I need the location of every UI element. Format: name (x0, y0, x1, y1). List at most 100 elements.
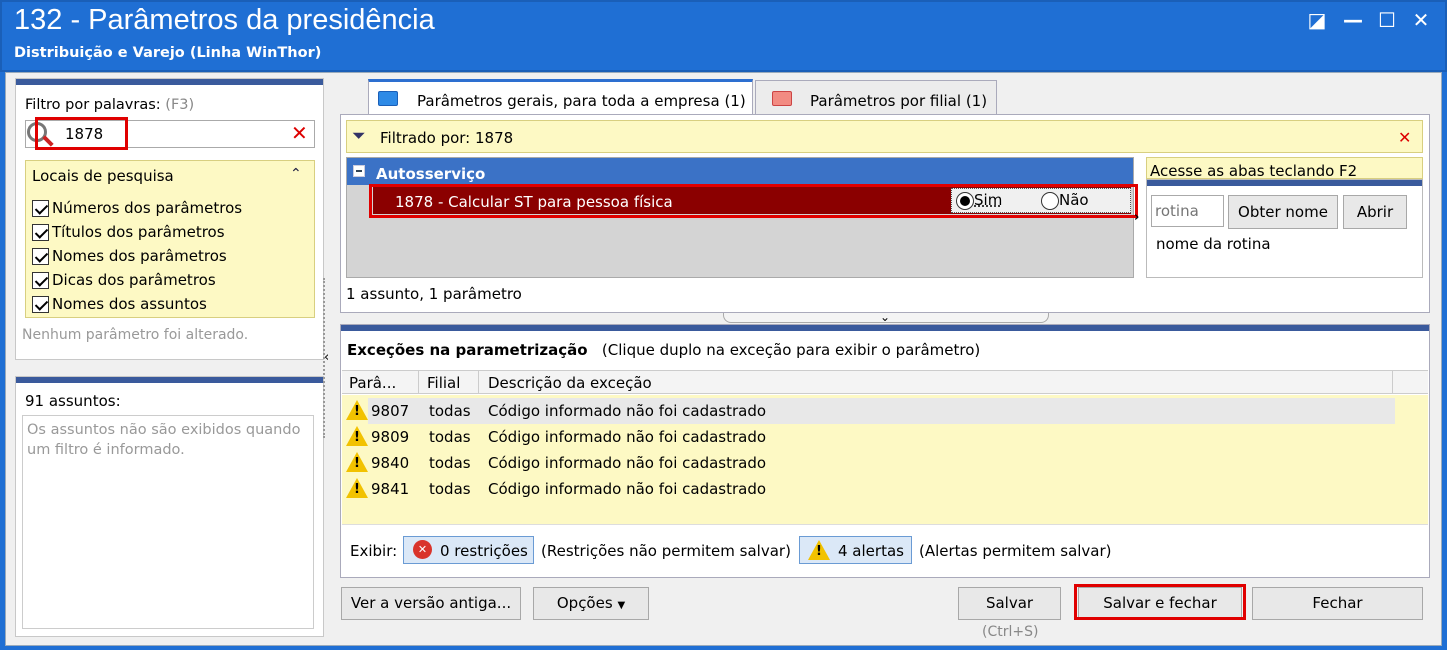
highlight-save-close (1074, 584, 1246, 620)
routine-input[interactable] (1151, 195, 1224, 227)
funnel-icon: ⏷ (352, 126, 366, 146)
old-version-button[interactable]: Ver a versão antiga... (341, 587, 521, 620)
table-row[interactable] (346, 478, 368, 498)
column-divider (478, 371, 479, 393)
minus-glyph (356, 170, 362, 172)
dropdown-arrow-icon: ▼ (617, 600, 626, 611)
column-header-filial[interactable]: Filial (427, 374, 460, 392)
warning-icon (346, 426, 368, 446)
filtered-text: Filtrado por: 1878 (380, 129, 514, 147)
routine-name: nome da rotina (1156, 235, 1271, 253)
restore-icon[interactable]: ◪ (1300, 6, 1334, 34)
side-hint-text: Acesse as abas teclando F2 (1150, 162, 1358, 179)
tab-count: (1) (965, 92, 988, 110)
warning-triangle (808, 540, 830, 560)
exceptions-title: Exceções na parametrização (347, 341, 588, 359)
group-name: Autosserviço (376, 165, 486, 183)
cell-filial: todas (429, 428, 471, 446)
options-button[interactable]: Opções ▼ (533, 587, 649, 620)
location-item[interactable]: Nomes dos parâmetros (32, 244, 242, 268)
subjects-count: 91 assuntos: (25, 392, 121, 410)
search-locations-list: Números dos parâmetros Títulos dos parâm… (32, 196, 242, 316)
cell-description: Código informado não foi cadastrado (488, 454, 767, 472)
search-locations-label: Locais de pesquisa (32, 167, 174, 185)
panel-header-bar (16, 377, 323, 383)
warning-icon (346, 478, 368, 498)
column-divider (1392, 371, 1393, 393)
warning-icon (346, 400, 368, 420)
table-row[interactable] (346, 426, 368, 446)
filter-shortcut-hint: (F3) (165, 97, 195, 113)
close-window-icon[interactable]: ✕ (1404, 6, 1438, 34)
location-label: Títulos dos parâmetros (52, 223, 225, 241)
location-item[interactable]: Dicas dos parâmetros (32, 268, 242, 292)
save-shortcut: (Ctrl+S) (982, 624, 1039, 640)
save-button[interactable]: Salvar (958, 587, 1061, 620)
column-header-param[interactable]: Parâ... (349, 374, 396, 392)
tab-label: Parâmetros por filial (810, 92, 962, 110)
side-hint-box: Acesse as abas teclando F2 (1146, 157, 1423, 179)
options-label: Opções (556, 594, 613, 612)
open-button[interactable]: Abrir (1343, 195, 1407, 229)
warning-icon (808, 540, 830, 560)
get-name-button[interactable]: Obter nome (1228, 195, 1338, 229)
exceptions-hint: (Clique duplo na exceção para exibir o p… (601, 341, 981, 359)
checkbox-icon[interactable] (32, 296, 49, 313)
summary-text: 1 assunto, 1 parâmetro (346, 285, 522, 303)
close-button[interactable]: Fechar (1252, 587, 1423, 620)
column-header-description[interactable]: Descrição da exceção (488, 374, 652, 392)
minimize-icon[interactable]: — (1336, 6, 1370, 34)
exceptions-header: Exceções na parametrização (Clique duplo… (347, 341, 980, 359)
tab-count: (1) (724, 92, 746, 110)
warning-icon (346, 452, 368, 472)
location-item[interactable]: Números dos parâmetros (32, 196, 242, 220)
location-label: Números dos parâmetros (52, 199, 243, 217)
maximize-icon[interactable]: ☐ (1370, 6, 1404, 34)
folder-blue-icon (378, 91, 398, 106)
checkbox-icon[interactable] (32, 200, 49, 217)
show-label: Exibir: (350, 542, 398, 560)
collapse-up-icon[interactable]: ⌃ (290, 166, 302, 182)
location-item[interactable]: Nomes dos assuntos (32, 292, 242, 316)
alerts-label: 4 alertas (838, 542, 904, 560)
clear-filter-icon[interactable]: ✕ (291, 121, 308, 145)
table-row[interactable] (346, 452, 368, 472)
folder-red-icon (772, 91, 792, 106)
cell-description: Código informado não foi cadastrado (488, 402, 767, 420)
location-item[interactable]: Títulos dos parâmetros (32, 220, 242, 244)
cell-description: Código informado não foi cadastrado (488, 480, 767, 498)
location-label: Nomes dos assuntos (52, 295, 207, 313)
collapse-left-icon[interactable]: ‹ (324, 350, 329, 365)
window-subtitle: Distribuição e Varejo (Linha WinThor) (14, 45, 322, 61)
restrictions-label: 0 restrições (440, 542, 528, 560)
cell-param: 9809 (371, 428, 410, 446)
checkbox-icon[interactable] (32, 248, 49, 265)
error-icon: ✕ (413, 540, 432, 559)
column-divider (418, 371, 419, 393)
tab-label: Parâmetros gerais, para toda a empresa (417, 92, 720, 110)
table-row[interactable] (346, 400, 368, 420)
chevron-down-icon[interactable]: ⌄ (880, 310, 890, 324)
status-text: Nenhum parâmetro foi alterado. (22, 327, 249, 343)
subjects-list: Os assuntos não são exibidos quando um f… (22, 415, 314, 629)
checkbox-icon[interactable] (32, 272, 49, 289)
panel-header-bar (16, 79, 323, 85)
window-title: 132 - Parâmetros da presidência (14, 4, 435, 36)
panel-header-bar (341, 325, 1429, 331)
tab-branch-label: Parâmetros por filial (1) (810, 92, 987, 110)
panel-header-bar (1147, 180, 1422, 186)
cell-filial: todas (429, 454, 471, 472)
cell-filial: todas (429, 402, 471, 420)
tab-general-label: Parâmetros gerais, para toda a empresa (… (417, 92, 746, 110)
filter-label: Filtro por palavras: (F3) (25, 97, 194, 113)
checkbox-icon[interactable] (32, 224, 49, 241)
location-label: Dicas dos parâmetros (52, 271, 216, 289)
cell-description: Código informado não foi cadastrado (488, 428, 767, 446)
filter-input-value[interactable]: 1878 (65, 125, 103, 143)
cell-param: 9841 (371, 480, 410, 498)
cell-param: 9840 (371, 454, 410, 472)
filter-label-text: Filtro por palavras: (25, 97, 161, 113)
clear-filtered-icon[interactable]: ✕ (1398, 128, 1411, 147)
location-label: Nomes dos parâmetros (52, 247, 227, 265)
expand-right-icon[interactable]: › (1134, 210, 1139, 225)
